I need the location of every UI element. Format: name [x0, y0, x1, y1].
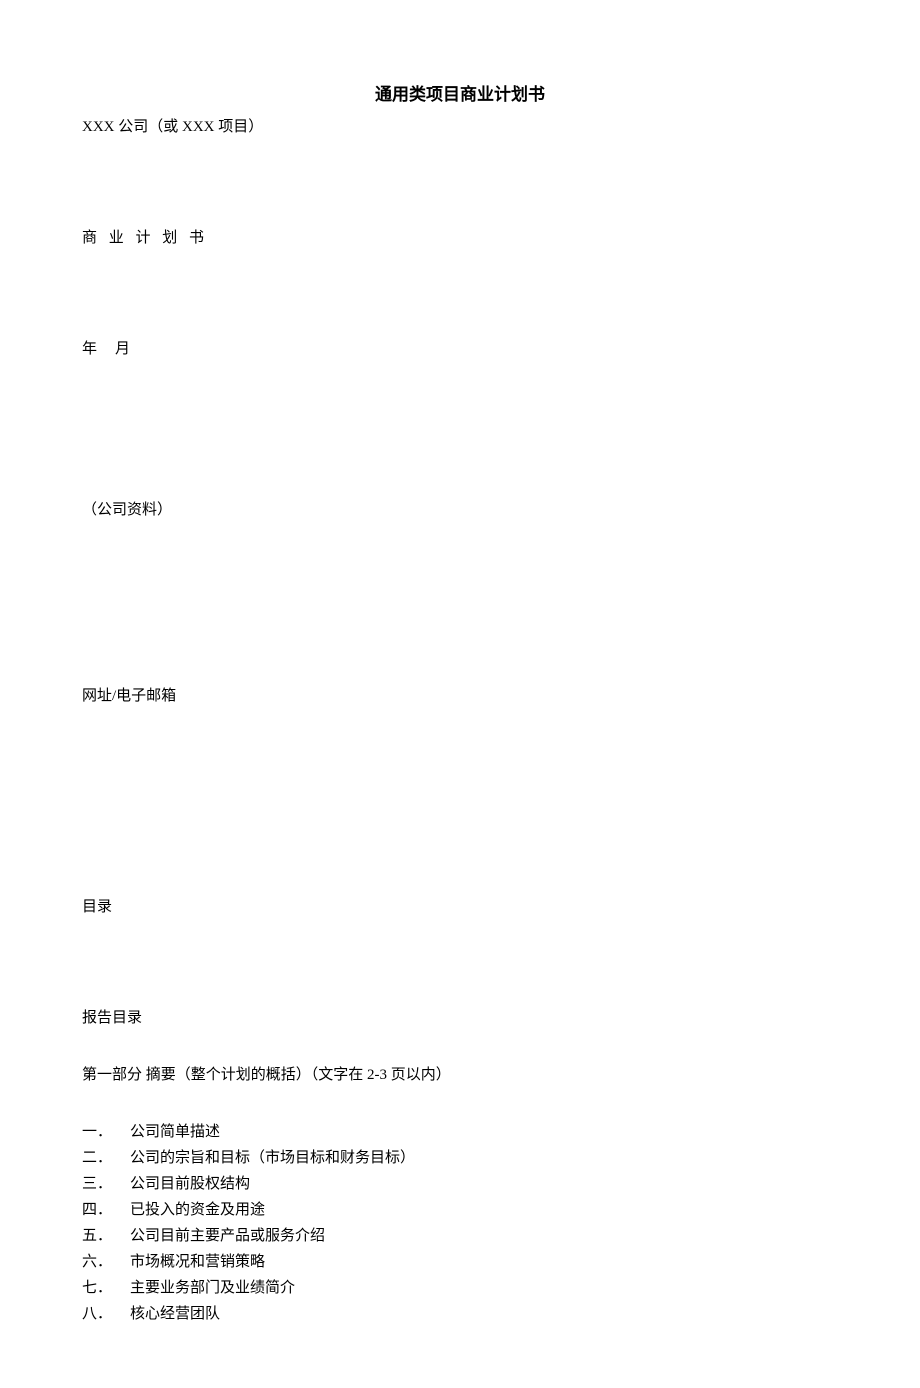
- toc-item: 一． 公司简单描述: [82, 1120, 838, 1141]
- toc-title: 目录: [82, 895, 838, 916]
- toc-item-number: 六．: [82, 1250, 130, 1271]
- toc-item-number: 五．: [82, 1224, 130, 1245]
- company-info-label: （公司资料）: [82, 498, 838, 519]
- month-label: 月: [115, 341, 130, 357]
- toc-item-text: 核心经营团队: [130, 1302, 838, 1323]
- toc-item-text: 已投入的资金及用途: [130, 1198, 838, 1219]
- toc-item: 二． 公司的宗旨和目标（市场目标和财务目标）: [82, 1146, 838, 1167]
- toc-item: 五． 公司目前主要产品或服务介绍: [82, 1224, 838, 1245]
- toc-item-number: 七．: [82, 1276, 130, 1297]
- toc-item-number: 一．: [82, 1120, 130, 1141]
- report-toc-label: 报告目录: [82, 1006, 838, 1027]
- toc-item: 七． 主要业务部门及业绩简介: [82, 1276, 838, 1297]
- toc-item-text: 公司目前股权结构: [130, 1172, 838, 1193]
- year-label: 年: [82, 341, 97, 357]
- section-header: 第一部分 摘要（整个计划的概括）（文字在 2-3 页以内）: [82, 1063, 838, 1084]
- toc-item-number: 四．: [82, 1198, 130, 1219]
- toc-item-text: 主要业务部门及业绩简介: [130, 1276, 838, 1297]
- toc-item: 四． 已投入的资金及用途: [82, 1198, 838, 1219]
- toc-item-number: 八．: [82, 1302, 130, 1323]
- company-project-subtitle: XXX 公司（或 XXX 项目）: [82, 115, 838, 136]
- toc-list: 一． 公司简单描述 二． 公司的宗旨和目标（市场目标和财务目标） 三． 公司目前…: [82, 1120, 838, 1323]
- toc-item: 三． 公司目前股权结构: [82, 1172, 838, 1193]
- toc-item-text: 公司的宗旨和目标（市场目标和财务目标）: [130, 1146, 838, 1167]
- toc-item-number: 二．: [82, 1146, 130, 1167]
- toc-item: 六． 市场概况和营销策略: [82, 1250, 838, 1271]
- date-line: 年月: [82, 337, 838, 358]
- business-plan-heading: 商 业 计 划 书: [82, 226, 838, 247]
- toc-item: 八． 核心经营团队: [82, 1302, 838, 1323]
- toc-item-text: 公司简单描述: [130, 1120, 838, 1141]
- toc-item-text: 市场概况和营销策略: [130, 1250, 838, 1271]
- toc-item-number: 三．: [82, 1172, 130, 1193]
- toc-item-text: 公司目前主要产品或服务介绍: [130, 1224, 838, 1245]
- document-title: 通用类项目商业计划书: [82, 80, 838, 105]
- web-email-label: 网址/电子邮箱: [82, 684, 838, 705]
